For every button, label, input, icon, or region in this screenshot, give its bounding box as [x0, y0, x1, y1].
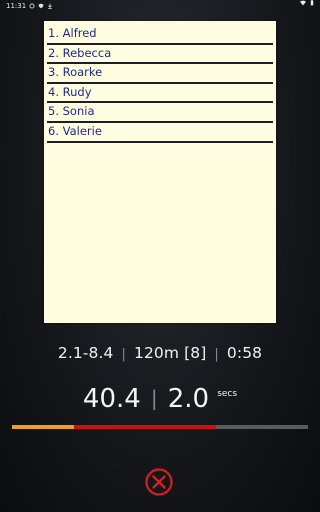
battery-icon: [309, 0, 315, 6]
progress-bar: [12, 425, 308, 429]
list-item: 2. Rebecca: [47, 45, 273, 65]
separator: |: [121, 347, 126, 362]
wifi-icon: [300, 0, 306, 6]
elapsed-time: 0:58: [226, 344, 263, 362]
close-button[interactable]: [144, 467, 174, 497]
download-icon: [47, 3, 53, 9]
timer-value: 40.4: [82, 384, 141, 414]
status-bar: 11:31: [0, 0, 320, 12]
settings-icon: [29, 3, 35, 9]
interval-value: 2.0: [167, 384, 210, 414]
shield-icon: [38, 3, 44, 9]
distance-value: 120m [8]: [134, 344, 207, 362]
separator: |: [150, 386, 158, 410]
stats-row: 2.1-8.4 | 120m [8] | 0:58: [0, 344, 320, 362]
names-list: 1. Alfred 2. Rebecca 3. Roarke 4. Rudy 5…: [47, 25, 273, 143]
timer-row: 40.4 | 2.0 secs: [0, 384, 320, 414]
list-item: 6. Valerie: [47, 123, 273, 143]
range-value: 2.1-8.4: [57, 344, 114, 362]
interval-unit: secs: [217, 389, 238, 399]
list-item: 3. Roarke: [47, 64, 273, 84]
close-circle-icon: [145, 468, 173, 496]
progress-fill: [12, 425, 75, 429]
list-item: 4. Rudy: [47, 84, 273, 104]
separator: |: [214, 347, 219, 362]
names-card: 1. Alfred 2. Rebecca 3. Roarke 4. Rudy 5…: [44, 21, 276, 323]
list-item: 1. Alfred: [47, 25, 273, 45]
list-item: 5. Sonia: [47, 103, 273, 123]
status-time: 11:31: [6, 2, 27, 10]
